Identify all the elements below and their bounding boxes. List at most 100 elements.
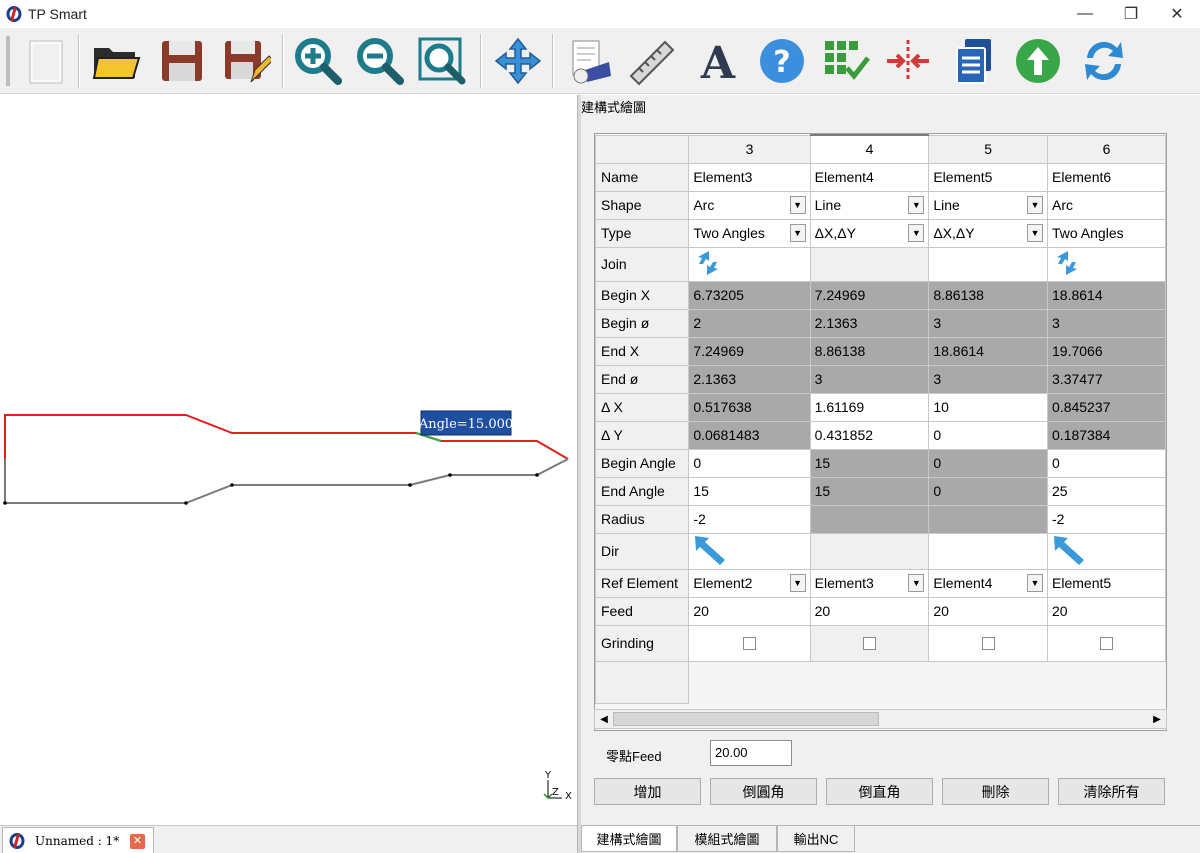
split-button[interactable]	[880, 34, 936, 88]
horizontal-scrollbar[interactable]: ◀ ▶	[594, 709, 1167, 729]
save-button[interactable]	[154, 34, 210, 88]
name-cell[interactable]: Element3	[688, 162, 811, 192]
restore-button[interactable]: ❐	[1108, 0, 1154, 28]
chevron-down-icon[interactable]: ▼	[789, 196, 806, 214]
ref-element-select[interactable]: Element5	[1047, 568, 1166, 598]
scroll-thumb[interactable]	[613, 712, 879, 726]
delta-y-cell[interactable]: 0.431852	[809, 420, 930, 450]
type-select[interactable]: Two Angles ▼	[688, 218, 811, 248]
save-as-button[interactable]	[218, 34, 274, 88]
join-cell[interactable]	[1047, 246, 1166, 282]
column-header[interactable]: 3	[688, 134, 811, 164]
scroll-left-icon[interactable]: ◀	[595, 710, 613, 728]
chevron-down-icon[interactable]: ▼	[789, 224, 806, 242]
tab-output-nc[interactable]: 輸出NC	[777, 826, 855, 852]
new-file-button[interactable]	[18, 34, 74, 88]
zoom-out-icon	[357, 38, 404, 85]
join-cell	[809, 246, 930, 282]
name-cell[interactable]: Element6	[1047, 162, 1166, 192]
tab-construction[interactable]: 建構式繪圖	[581, 826, 677, 852]
chevron-down-icon[interactable]: ▼	[908, 224, 925, 242]
ref-element-select[interactable]: Element3 ▼	[809, 568, 930, 598]
delta-y-cell[interactable]: 0	[928, 420, 1049, 450]
app-logo-icon	[6, 6, 22, 22]
zoom-fit-button[interactable]	[414, 34, 470, 88]
row-label-feed: Feed	[595, 596, 690, 626]
feed-cell[interactable]: 20	[928, 596, 1049, 626]
feed-cell[interactable]: 20	[1047, 596, 1166, 626]
begin-angle-cell[interactable]: 0	[688, 448, 811, 478]
open-folder-icon	[92, 48, 141, 79]
print-preview-button[interactable]	[562, 34, 618, 88]
zoom-in-icon	[295, 38, 342, 85]
add-button[interactable]: 增加	[594, 778, 701, 805]
begin-angle-cell[interactable]: 0	[1047, 448, 1166, 478]
close-button[interactable]: ✕	[1154, 0, 1200, 28]
end-angle-cell[interactable]: 25	[1047, 476, 1166, 506]
type-select[interactable]: Two Angles	[1047, 218, 1166, 248]
help-button[interactable]: ?	[754, 34, 810, 88]
dir-cell[interactable]	[1047, 532, 1166, 570]
radius-cell[interactable]: -2	[1047, 504, 1166, 534]
ref-element-select[interactable]: Element4 ▼	[928, 568, 1049, 598]
shape-select[interactable]: Arc ▼	[688, 190, 811, 220]
delete-button[interactable]: 刪除	[942, 778, 1049, 805]
chevron-down-icon[interactable]: ▼	[1027, 574, 1044, 592]
element-grid[interactable]: 3 4 5 6 Name Element3 Element4 Element5 …	[594, 133, 1167, 731]
delta-x-cell[interactable]: 10	[928, 392, 1049, 422]
column-header[interactable]: 5	[928, 134, 1049, 164]
chevron-down-icon[interactable]: ▼	[908, 574, 925, 592]
end-angle-cell[interactable]: 15	[688, 476, 811, 506]
zoom-out-button[interactable]	[352, 34, 408, 88]
radius-cell	[928, 504, 1049, 534]
feed-cell[interactable]: 20	[688, 596, 811, 626]
verify-grid-button[interactable]	[818, 34, 874, 88]
open-button[interactable]	[88, 34, 144, 88]
chevron-down-icon[interactable]: ▼	[789, 574, 806, 592]
column-header-active[interactable]: 4	[809, 134, 930, 164]
grinding-checkbox[interactable]	[862, 636, 876, 650]
zero-feed-input[interactable]: 20.00	[710, 740, 792, 766]
type-select[interactable]: ΔX,ΔY ▼	[809, 218, 930, 248]
scroll-right-icon[interactable]: ▶	[1148, 710, 1166, 728]
document-tab[interactable]: Unnamed : 1* ✕	[2, 827, 154, 853]
join-cell[interactable]	[688, 246, 811, 282]
type-value: Two Angles	[693, 225, 765, 241]
drawing-canvas[interactable]: Angle=15.000 Y Z X	[0, 95, 577, 825]
chevron-down-icon[interactable]: ▼	[1027, 196, 1044, 214]
chevron-down-icon[interactable]: ▼	[908, 196, 925, 214]
chevron-down-icon[interactable]: ▼	[1027, 224, 1044, 242]
column-header[interactable]: 6	[1047, 134, 1166, 164]
shape-select[interactable]: Line ▼	[928, 190, 1049, 220]
radius-cell[interactable]: -2	[688, 504, 811, 534]
minimize-button[interactable]: —	[1062, 0, 1108, 28]
copy-button[interactable]	[946, 34, 1002, 88]
shape-select[interactable]: Line ▼	[809, 190, 930, 220]
close-icon[interactable]: ✕	[130, 834, 145, 849]
shape-select[interactable]: Arc	[1047, 190, 1166, 220]
chamfer-button[interactable]: 倒直角	[826, 778, 933, 805]
feed-cell[interactable]: 20	[809, 596, 930, 626]
grinding-checkbox[interactable]	[981, 636, 995, 650]
clear-all-button[interactable]: 清除所有	[1058, 778, 1165, 805]
pan-button[interactable]	[490, 34, 546, 88]
dir-cell[interactable]	[688, 532, 811, 570]
grinding-checkbox[interactable]	[1100, 636, 1113, 650]
name-cell[interactable]: Element5	[928, 162, 1049, 192]
measure-button[interactable]	[624, 34, 680, 88]
type-select[interactable]: ΔX,ΔY ▼	[928, 218, 1049, 248]
grinding-checkbox[interactable]	[742, 636, 756, 650]
zoom-in-button[interactable]	[290, 34, 346, 88]
row-label-end-angle: End Angle	[595, 476, 690, 506]
delta-x-cell[interactable]: 1.61169	[809, 392, 930, 422]
fillet-button[interactable]: 倒圓角	[710, 778, 817, 805]
ref-element-select[interactable]: Element2 ▼	[688, 568, 811, 598]
tab-module[interactable]: 模組式繪圖	[677, 826, 777, 852]
ruler-icon	[629, 40, 675, 86]
upload-button[interactable]	[1010, 34, 1066, 88]
refresh-icon	[1085, 41, 1123, 81]
name-cell[interactable]: Element4	[809, 162, 930, 192]
refresh-button[interactable]	[1076, 34, 1132, 88]
row-label-begin-angle: Begin Angle	[595, 448, 690, 478]
text-button[interactable]: A	[690, 34, 746, 88]
